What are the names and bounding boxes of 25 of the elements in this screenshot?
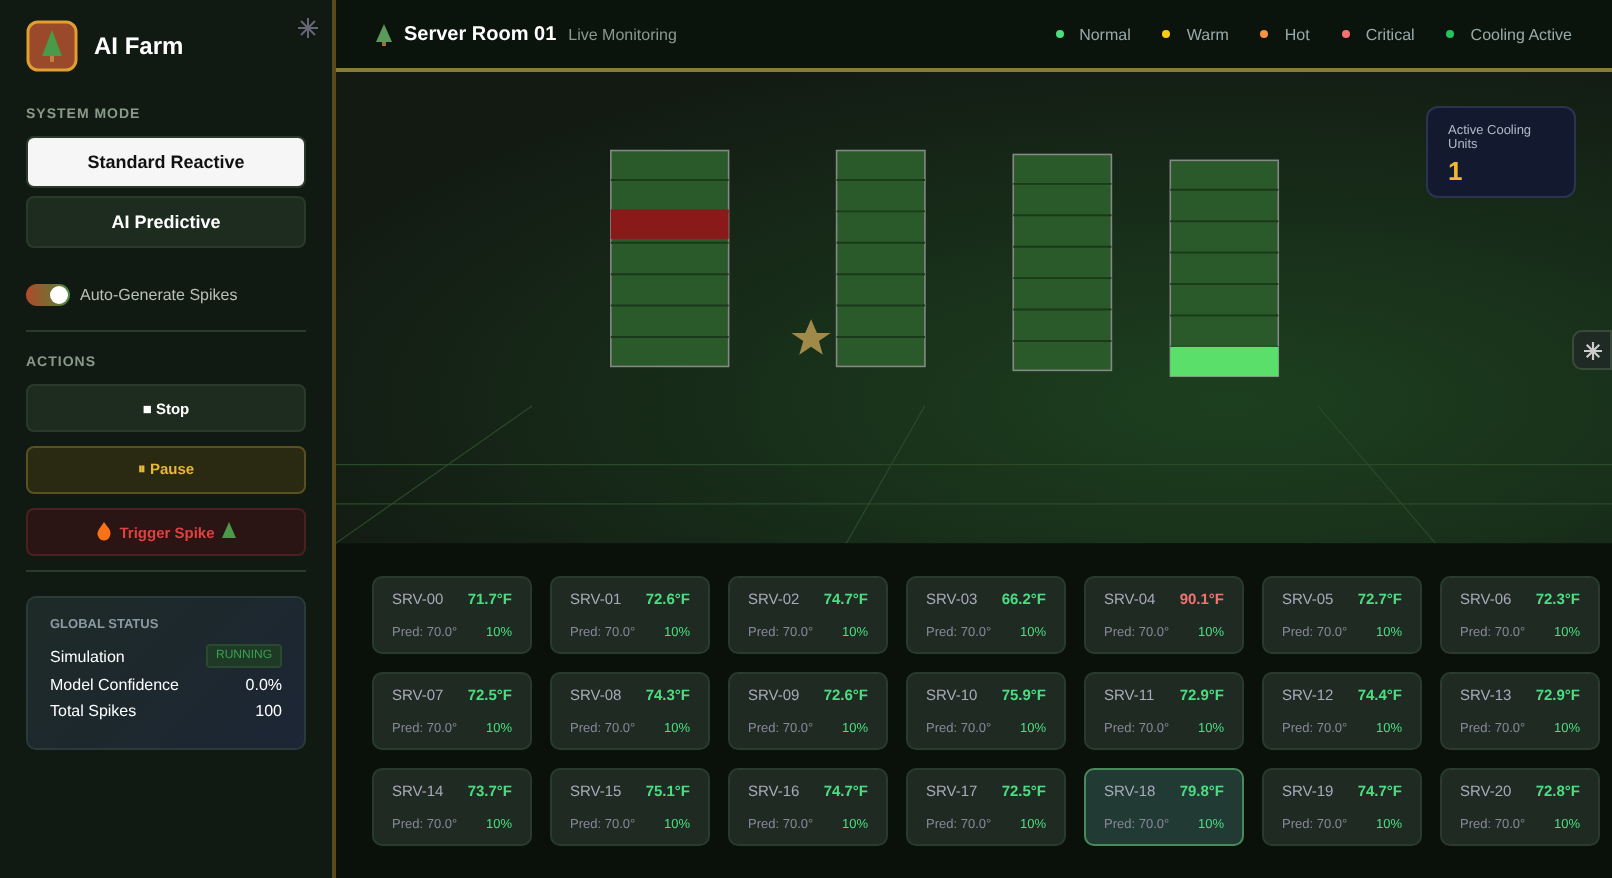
snowflake-icon xyxy=(298,18,318,38)
app-title: AI Farm xyxy=(94,32,184,60)
legend-label: Warm xyxy=(1186,25,1229,44)
settings-button[interactable] xyxy=(1572,330,1612,371)
tree-icon xyxy=(376,23,392,46)
toggle-switch[interactable] xyxy=(26,284,70,306)
tree-icon xyxy=(222,522,237,542)
cooling-count: 1 xyxy=(1448,156,1465,187)
flame-icon xyxy=(95,522,112,542)
status-value: 0.0% xyxy=(245,676,282,694)
tree-logo-icon xyxy=(26,20,78,72)
toggle-label: Auto-Generate Spikes xyxy=(80,286,238,304)
status-value: 100 xyxy=(255,702,282,720)
room-subtitle: Live Monitoring xyxy=(568,25,677,44)
legend-label: Critical xyxy=(1365,25,1415,44)
mode-button[interactable]: AI Predictive xyxy=(26,196,306,248)
mode-button[interactable]: Standard Reactive xyxy=(26,136,306,188)
snowflake-icon xyxy=(1583,341,1601,360)
legend-label: Hot xyxy=(1284,25,1310,44)
status-label: Simulation xyxy=(50,647,125,665)
room-title: Server Room 01 xyxy=(404,23,557,46)
status-label: Model Confidence xyxy=(50,676,179,694)
legend-label: Normal xyxy=(1079,25,1131,44)
legend-label: Cooling Active xyxy=(1470,25,1572,44)
status-label: Total Spikes xyxy=(50,702,137,720)
